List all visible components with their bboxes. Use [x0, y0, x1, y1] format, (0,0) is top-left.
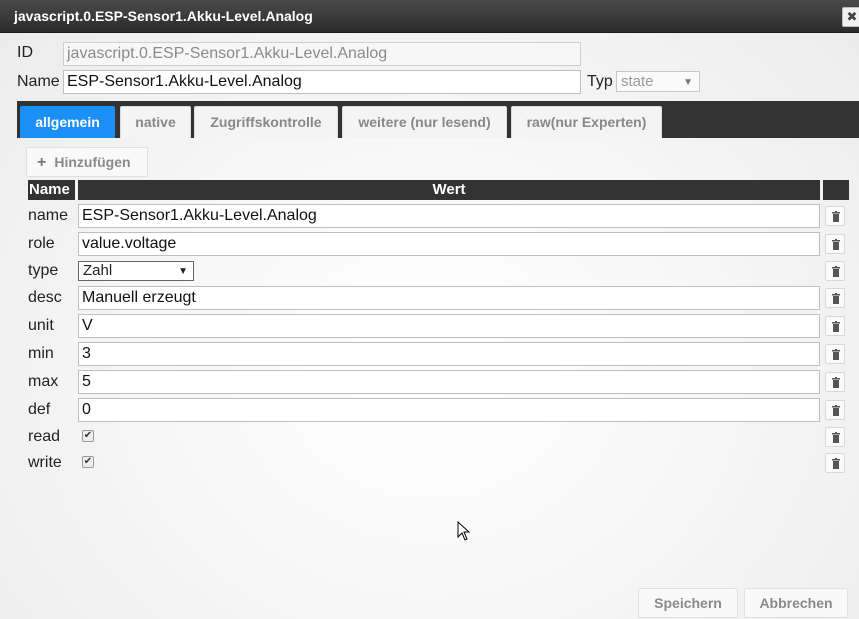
trash-icon: [832, 239, 840, 250]
value-field-max[interactable]: 5: [78, 370, 820, 394]
type-select-value: Zahl: [83, 262, 113, 279]
row-label-def: def: [28, 401, 51, 418]
value-field-unit[interactable]: V: [78, 314, 820, 338]
trash-icon: [832, 293, 840, 304]
type-select[interactable]: Zahl ▼: [78, 261, 194, 281]
trash-icon: [832, 321, 840, 332]
close-icon[interactable]: ✖: [842, 7, 859, 27]
name-field[interactable]: ESP-Sensor1.Akku-Level.Analog: [63, 70, 581, 94]
row-label-read: read: [28, 428, 61, 445]
trash-icon: [832, 349, 840, 360]
mouse-cursor-icon: [457, 521, 471, 541]
trash-icon: [832, 458, 840, 469]
delete-button-role[interactable]: [825, 234, 845, 254]
trash-icon: [832, 211, 840, 222]
delete-button-name[interactable]: [825, 206, 845, 226]
row-label-write: write: [28, 454, 62, 471]
delete-button-write[interactable]: [825, 453, 845, 473]
delete-button-unit[interactable]: [825, 316, 845, 336]
chevron-down-icon: ▼: [178, 266, 188, 277]
column-header-value: Wert: [78, 180, 820, 200]
trash-icon: [832, 377, 840, 388]
delete-button-max[interactable]: [825, 372, 845, 392]
row-label-name: name: [28, 207, 69, 224]
tab-bar: allgemein native Zugriffskontrolle weite…: [17, 101, 859, 138]
trash-icon: [832, 405, 840, 416]
tab-native[interactable]: native: [120, 106, 191, 138]
delete-button-desc[interactable]: [825, 288, 845, 308]
row-label-unit: unit: [28, 317, 54, 334]
dialog-title: javascript.0.ESP-Sensor1.Akku-Level.Anal…: [14, 8, 313, 24]
add-button[interactable]: + Hinzufügen: [26, 147, 148, 177]
row-label-desc: desc: [28, 289, 62, 306]
name-label: Name: [17, 73, 60, 90]
dialog-titlebar: javascript.0.ESP-Sensor1.Akku-Level.Anal…: [0, 0, 859, 33]
row-label-min: min: [28, 345, 54, 362]
plus-icon: +: [37, 154, 47, 171]
id-field: javascript.0.ESP-Sensor1.Akku-Level.Anal…: [63, 42, 581, 66]
value-field-desc[interactable]: Manuell erzeugt: [78, 286, 820, 310]
trash-icon: [832, 266, 840, 277]
row-label-max: max: [28, 373, 59, 390]
add-button-label: Hinzufügen: [54, 154, 131, 170]
value-field-name[interactable]: ESP-Sensor1.Akku-Level.Analog: [78, 204, 820, 228]
column-header-name: Name: [28, 180, 75, 200]
chevron-down-icon: ▼: [683, 77, 693, 88]
delete-button-min[interactable]: [825, 344, 845, 364]
tab-zugriffskontrolle[interactable]: Zugriffskontrolle: [194, 106, 338, 138]
delete-button-read[interactable]: [825, 427, 845, 447]
value-field-role[interactable]: value.voltage: [78, 232, 820, 256]
value-field-def[interactable]: 0: [78, 398, 820, 422]
tab-weitere[interactable]: weitere (nur lesend): [342, 106, 507, 138]
typ-select[interactable]: state ▼: [616, 71, 700, 92]
row-label-role: role: [28, 235, 55, 252]
trash-icon: [832, 432, 840, 443]
column-header-actions: [823, 180, 849, 200]
save-button[interactable]: Speichern: [638, 588, 738, 618]
typ-label: Typ: [587, 73, 613, 90]
cancel-button[interactable]: Abbrechen: [744, 588, 848, 618]
typ-select-value: state: [621, 73, 654, 90]
value-field-min[interactable]: 3: [78, 342, 820, 366]
tab-raw[interactable]: raw(nur Experten): [511, 106, 662, 138]
row-label-type: type: [28, 262, 59, 279]
write-checkbox[interactable]: ✔: [82, 456, 94, 468]
read-checkbox[interactable]: ✔: [82, 430, 94, 442]
delete-button-def[interactable]: [825, 400, 845, 420]
tab-allgemein[interactable]: allgemein: [20, 106, 115, 138]
delete-button-type[interactable]: [825, 261, 845, 281]
id-label: ID: [17, 44, 33, 61]
